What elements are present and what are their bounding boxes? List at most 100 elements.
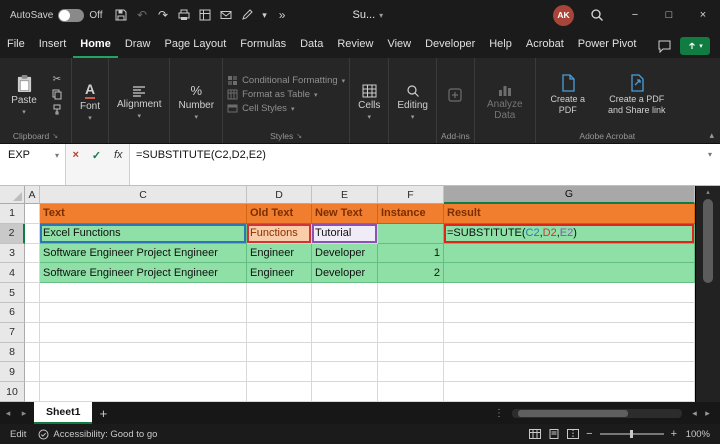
cell-f5[interactable] <box>378 283 444 303</box>
cell-g2-formula[interactable]: =SUBSTITUTE(C2, D2, E2) <box>444 223 695 244</box>
cell-e10[interactable] <box>312 382 378 402</box>
cell-d7[interactable] <box>247 322 312 343</box>
cell-f8[interactable] <box>378 342 444 363</box>
menu-view[interactable]: View <box>380 33 418 58</box>
cut-icon[interactable]: ✂ <box>53 74 61 85</box>
row-header-5[interactable]: 5 <box>0 283 25 303</box>
cell-e4[interactable]: Developer <box>312 263 378 284</box>
accessibility-status[interactable]: Accessibility: Good to go <box>38 429 157 440</box>
cells-button[interactable]: Cells ▾ <box>354 84 384 121</box>
cell-d9[interactable] <box>247 362 312 383</box>
row-header-9[interactable]: 9 <box>0 362 25 383</box>
chevron-down-icon[interactable]: ▾ <box>258 3 272 27</box>
zoom-slider-knob[interactable] <box>629 430 633 438</box>
row-header-6[interactable]: 6 <box>0 302 25 323</box>
collapse-ribbon-icon[interactable]: ▴ <box>709 130 714 141</box>
cell-a4[interactable] <box>25 263 40 284</box>
cell-c1[interactable]: Text <box>40 204 247 224</box>
column-header-g[interactable]: G <box>444 186 695 204</box>
number-button[interactable]: % Number ▾ <box>174 83 218 121</box>
dialog-launcher-icon[interactable]: ↘ <box>52 132 58 140</box>
cancel-button[interactable]: × <box>72 149 78 161</box>
autosave-toggle[interactable] <box>58 8 85 22</box>
cell-e9[interactable] <box>312 362 378 383</box>
column-header-d[interactable]: D <box>247 186 312 204</box>
avatar[interactable]: AK <box>553 4 574 26</box>
column-header-f[interactable]: F <box>378 186 444 204</box>
cell-a3[interactable] <box>25 243 40 264</box>
zoom-slider[interactable] <box>599 430 664 438</box>
cell-f7[interactable] <box>378 322 444 343</box>
cell-f6[interactable] <box>378 302 444 323</box>
menu-insert[interactable]: Insert <box>32 33 74 58</box>
cell-styles-button[interactable]: Cell Styles ▾ <box>227 103 345 114</box>
cell-g8[interactable] <box>444 342 695 363</box>
clipboard-group-label[interactable]: Clipboard ↘ <box>4 128 67 143</box>
cell-e7[interactable] <box>312 322 378 343</box>
cell-a5[interactable] <box>25 283 40 303</box>
cell-c7[interactable] <box>40 322 247 343</box>
hscroll-right-icon[interactable]: ▸ <box>701 408 714 419</box>
row-header-7[interactable]: 7 <box>0 322 25 343</box>
paste-button[interactable]: Paste ▾ <box>4 74 44 116</box>
cell-g6[interactable] <box>444 302 695 323</box>
cell-a1[interactable] <box>25 204 40 224</box>
sheet-nav-left-icon[interactable]: ◂ <box>0 408 16 419</box>
format-as-table-button[interactable]: Format as Table ▾ <box>227 89 345 100</box>
cell-c6[interactable] <box>40 302 247 323</box>
minimize-button[interactable]: − <box>618 0 652 30</box>
alignment-button[interactable]: Alignment ▾ <box>113 85 165 120</box>
row-header-2[interactable]: 2 <box>0 223 25 244</box>
cell-a8[interactable] <box>25 342 40 363</box>
styles-group-label[interactable]: Styles ↘ <box>227 128 345 143</box>
undo-icon[interactable]: ↶ <box>132 3 153 27</box>
cell-c9[interactable] <box>40 362 247 383</box>
cell-g7[interactable] <box>444 322 695 343</box>
format-painter-icon[interactable] <box>52 104 62 115</box>
mail-icon[interactable] <box>216 3 237 27</box>
menu-help[interactable]: Help <box>482 33 519 58</box>
normal-view-icon[interactable] <box>529 429 542 439</box>
zoom-level[interactable]: 100% <box>684 429 710 440</box>
new-sheet-button[interactable]: + <box>92 406 114 421</box>
zoom-out-button[interactable]: − <box>586 428 592 440</box>
enter-button[interactable]: ✓ <box>92 149 101 162</box>
row-header-3[interactable]: 3 <box>0 243 25 264</box>
cell-g3[interactable] <box>444 243 695 264</box>
menu-data[interactable]: Data <box>293 33 330 58</box>
name-box[interactable]: EXP ▾ <box>0 144 66 185</box>
menu-acrobat[interactable]: Acrobat <box>519 33 571 58</box>
chevron-down-icon[interactable]: ▾ <box>55 151 59 160</box>
cell-f10[interactable] <box>378 382 444 402</box>
horizontal-scrollbar-thumb[interactable] <box>518 409 628 417</box>
font-button[interactable]: A Font ▾ <box>76 81 104 122</box>
horizontal-scrollbar[interactable] <box>512 408 682 418</box>
row-header-8[interactable]: 8 <box>0 342 25 363</box>
hscroll-left-icon[interactable]: ◂ <box>688 408 701 419</box>
cell-c10[interactable] <box>40 382 247 402</box>
menu-page-layout[interactable]: Page Layout <box>157 33 233 58</box>
save-icon[interactable] <box>111 3 132 27</box>
cell-f4[interactable]: 2 <box>378 263 444 284</box>
cell-g10[interactable] <box>444 382 695 402</box>
cell-e8[interactable] <box>312 342 378 363</box>
menu-review[interactable]: Review <box>330 33 380 58</box>
cell-f3[interactable]: 1 <box>378 243 444 264</box>
cell-a2[interactable] <box>25 223 40 244</box>
menu-power-pivot[interactable]: Power Pivot <box>571 33 644 58</box>
cell-a10[interactable] <box>25 382 40 402</box>
cell-c2[interactable]: Excel Functions <box>40 223 247 244</box>
expand-formula-bar-icon[interactable]: ▾ <box>700 144 720 185</box>
cell-d10[interactable] <box>247 382 312 402</box>
vertical-scrollbar-thumb[interactable] <box>703 199 713 283</box>
more-commands-icon[interactable]: » <box>272 3 293 27</box>
cell-d8[interactable] <box>247 342 312 363</box>
cell-f1[interactable]: Instance <box>378 204 444 224</box>
column-header-a[interactable]: A <box>25 186 40 204</box>
create-pdf-share-button[interactable]: Create a PDF and Share link <box>599 74 675 115</box>
cell-e3[interactable]: Developer <box>312 243 378 264</box>
row-header-1[interactable]: 1 <box>0 204 25 224</box>
page-break-view-icon[interactable] <box>567 429 580 439</box>
row-header-4[interactable]: 4 <box>0 263 25 284</box>
menu-formulas[interactable]: Formulas <box>233 33 293 58</box>
